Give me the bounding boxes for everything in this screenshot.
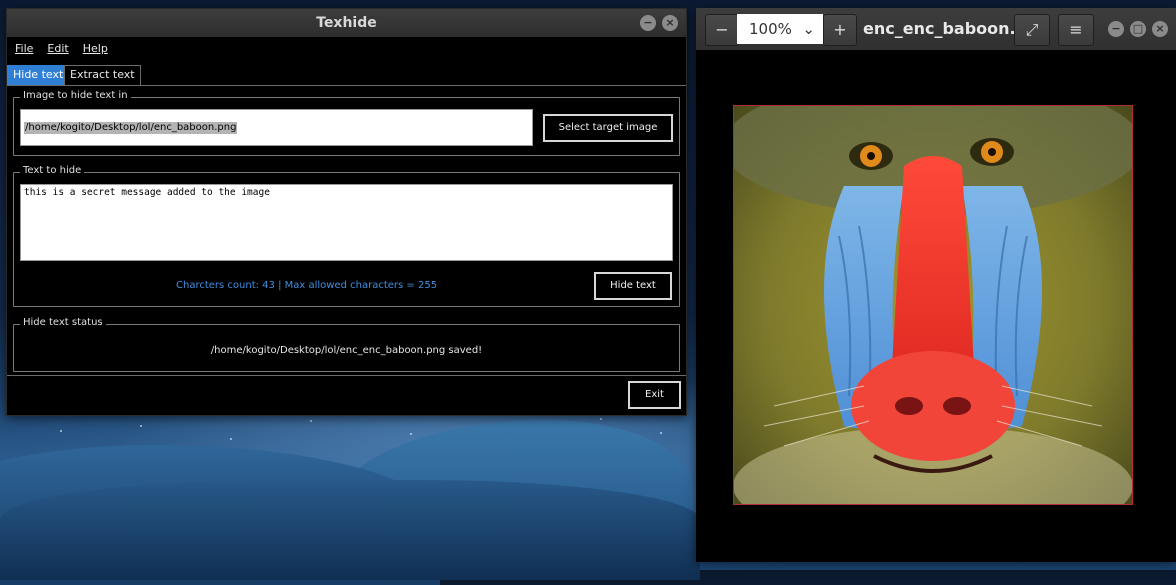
minimize-button[interactable]: − <box>640 15 656 31</box>
text-group-legend: Text to hide <box>20 165 85 176</box>
bottom-divider <box>7 375 686 376</box>
image-viewer-window: − 100% ⌄ + enc_enc_baboon.p... ⤢ ≡ − □ × <box>696 8 1176 562</box>
texhide-window: Texhide − × File Edit Help Hide text Ext… <box>6 8 687 416</box>
chevron-down-icon: ⌄ <box>802 20 815 38</box>
menu-bar: File Edit Help <box>7 37 686 59</box>
viewer-close-button[interactable]: × <box>1152 21 1168 37</box>
character-counter: Charcters count: 43 | Max allowed charac… <box>176 280 438 291</box>
viewer-minimize-button[interactable]: − <box>1108 21 1124 37</box>
zoom-level-value: 100% <box>749 20 792 38</box>
image-group: Image to hide text in /home/kogito/Deskt… <box>13 90 680 156</box>
status-group-legend: Hide text status <box>20 317 106 328</box>
status-group: Hide text status /home/kogito/Desktop/lo… <box>13 317 680 372</box>
image-group-legend: Image to hide text in <box>20 90 131 101</box>
menu-help[interactable]: Help <box>83 42 108 55</box>
tab-bar: Hide text Extract text <box>7 65 686 86</box>
menu-edit[interactable]: Edit <box>47 42 68 55</box>
window-title: Texhide <box>316 15 377 31</box>
hamburger-menu-icon[interactable]: ≡ <box>1058 14 1094 46</box>
text-to-hide-input[interactable]: this is a secret message added to the im… <box>20 184 673 261</box>
zoom-out-button[interactable]: − <box>705 14 739 46</box>
displayed-image <box>733 105 1133 505</box>
text-to-hide-value: this is a secret message added to the im… <box>24 187 270 198</box>
image-path-field[interactable]: /home/kogito/Desktop/lol/enc_baboon.png <box>20 109 533 146</box>
hide-text-button[interactable]: Hide text <box>594 272 672 300</box>
viewer-headerbar[interactable]: − 100% ⌄ + enc_enc_baboon.p... ⤢ ≡ − □ × <box>696 8 1176 50</box>
viewer-maximize-button[interactable]: □ <box>1130 21 1146 37</box>
select-target-image-button[interactable]: Select target image <box>543 114 673 142</box>
texhide-titlebar[interactable]: Texhide − × <box>7 9 686 37</box>
tab-extract-text[interactable]: Extract text <box>64 65 141 85</box>
text-group: Text to hide this is a secret message ad… <box>13 165 680 307</box>
close-button[interactable]: × <box>662 15 678 31</box>
exit-button[interactable]: Exit <box>628 381 681 409</box>
menu-file[interactable]: File <box>15 42 33 55</box>
tab-hide-text[interactable]: Hide text <box>7 65 70 85</box>
fullscreen-icon[interactable]: ⤢ <box>1014 14 1050 46</box>
zoom-level-select[interactable]: 100% ⌄ <box>737 14 823 44</box>
status-message: /home/kogito/Desktop/lol/enc_enc_baboon.… <box>210 345 483 356</box>
baboon-image <box>734 106 1132 504</box>
image-path-value: /home/kogito/Desktop/lol/enc_baboon.png <box>24 122 238 134</box>
zoom-in-button[interactable]: + <box>823 14 857 46</box>
